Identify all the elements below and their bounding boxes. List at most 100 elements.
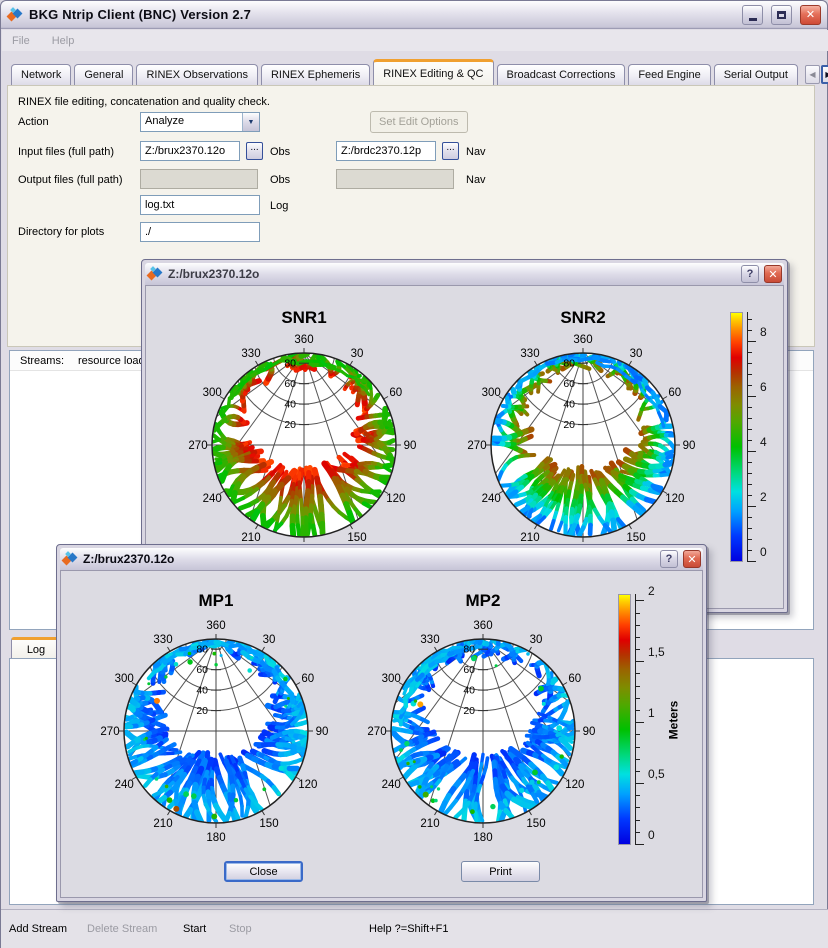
- statusbar: Add Stream Delete Stream Start Stop Help…: [1, 909, 828, 948]
- mp-window-close-button[interactable]: ✕: [683, 550, 701, 568]
- logfile-field[interactable]: [140, 195, 260, 215]
- svg-text:360: 360: [294, 334, 313, 346]
- svg-text:210: 210: [241, 532, 260, 544]
- minimize-icon: [749, 18, 757, 21]
- nav-label: Nav: [466, 146, 486, 158]
- svg-text:180: 180: [473, 832, 492, 844]
- obs-label: Obs: [270, 146, 290, 158]
- action-combobox[interactable]: Analyze ▼: [140, 112, 260, 132]
- svg-text:150: 150: [526, 818, 545, 830]
- svg-text:30: 30: [630, 348, 643, 360]
- browse-obs-button[interactable]: ...: [246, 142, 263, 160]
- tab-feed-engine[interactable]: Feed Engine: [628, 64, 710, 85]
- svg-text:360: 360: [206, 620, 225, 632]
- tab-rinex-editing-qc[interactable]: RINEX Editing & QC: [373, 59, 493, 85]
- svg-text:210: 210: [520, 532, 539, 544]
- set-edit-options-button: Set Edit Options: [370, 111, 468, 133]
- mp-plot-window: Z:/brux2370.12o ? ✕ MP1 2040608036030609…: [56, 544, 707, 902]
- svg-text:330: 330: [420, 634, 439, 646]
- tab-broadcast-corrections[interactable]: Broadcast Corrections: [497, 64, 626, 85]
- maximize-button[interactable]: [771, 5, 792, 25]
- help-button[interactable]: ?: [660, 550, 678, 568]
- delete-stream-button: Delete Stream: [87, 923, 157, 935]
- svg-text:20: 20: [284, 419, 296, 431]
- browse-nav-button[interactable]: ...: [442, 142, 459, 160]
- svg-text:150: 150: [347, 532, 366, 544]
- svg-text:30: 30: [530, 634, 543, 646]
- input-nav-field[interactable]: [336, 141, 436, 161]
- menu-help[interactable]: Help: [52, 35, 75, 47]
- svg-text:360: 360: [473, 620, 492, 632]
- main-titlebar[interactable]: BKG Ntrip Client (BNC) Version 2.7 ✕: [1, 1, 827, 29]
- svg-text:210: 210: [153, 818, 172, 830]
- tab-scroll-buttons: ◀ ▶: [805, 64, 828, 85]
- svg-text:180: 180: [206, 832, 225, 844]
- chevron-down-icon: ▼: [248, 119, 255, 126]
- svg-text:90: 90: [316, 726, 329, 738]
- close-plot-button[interactable]: Close: [224, 861, 303, 882]
- close-icon: ✕: [768, 268, 777, 281]
- print-button[interactable]: Print: [461, 861, 540, 882]
- action-value: Analyze: [141, 113, 242, 131]
- chevron-left-icon: ◀: [809, 70, 815, 79]
- svg-text:150: 150: [259, 818, 278, 830]
- stop-button: Stop: [229, 923, 252, 935]
- svg-text:60: 60: [463, 664, 475, 676]
- svg-text:120: 120: [298, 779, 317, 791]
- menubar: File Help: [2, 30, 828, 51]
- output-nav-field: [336, 169, 454, 189]
- svg-text:270: 270: [100, 726, 119, 738]
- svg-text:90: 90: [683, 440, 696, 452]
- svg-text:80: 80: [563, 358, 575, 370]
- svg-text:20: 20: [196, 705, 208, 717]
- mp-window-titlebar[interactable]: Z:/brux2370.12o ? ✕: [60, 548, 703, 570]
- output-nav-label: Nav: [466, 174, 486, 186]
- tab-scroll-left-button[interactable]: ◀: [805, 65, 820, 84]
- svg-text:20: 20: [563, 419, 575, 431]
- bnc-main-window: BKG Ntrip Client (BNC) Version 2.7 ✕ Fil…: [0, 0, 828, 948]
- input-obs-field[interactable]: [140, 141, 240, 161]
- window-title: BKG Ntrip Client (BNC) Version 2.7: [29, 7, 734, 22]
- svg-text:240: 240: [203, 493, 222, 505]
- svg-text:60: 60: [389, 387, 402, 399]
- snr1-polar-plot: 2040608036030609012015018021024027030033…: [178, 317, 430, 569]
- add-stream-button[interactable]: Add Stream: [9, 923, 67, 935]
- svg-text:210: 210: [420, 818, 439, 830]
- minimize-button[interactable]: [742, 5, 763, 25]
- tab-log[interactable]: Log: [11, 637, 61, 659]
- svg-text:80: 80: [284, 358, 296, 370]
- svg-text:150: 150: [626, 532, 645, 544]
- tab-general[interactable]: General: [74, 64, 133, 85]
- combo-dropdown-button[interactable]: ▼: [242, 113, 259, 131]
- svg-text:80: 80: [196, 644, 208, 656]
- snr-window-titlebar[interactable]: Z:/brux2370.12o ? ✕: [145, 263, 784, 285]
- output-obs-field: [140, 169, 258, 189]
- mp-window-title: Z:/brux2370.12o: [83, 552, 655, 566]
- app-icon: [147, 266, 163, 282]
- menu-file[interactable]: File: [12, 35, 30, 47]
- close-button[interactable]: ✕: [800, 5, 821, 25]
- svg-text:40: 40: [463, 685, 475, 697]
- tab-rinex-ephemeris[interactable]: RINEX Ephemeris: [261, 64, 370, 85]
- close-icon: ✕: [806, 8, 815, 21]
- svg-text:270: 270: [467, 440, 486, 452]
- help-hint: Help ?=Shift+F1: [369, 923, 449, 935]
- svg-text:40: 40: [284, 399, 296, 411]
- start-button[interactable]: Start: [183, 923, 206, 935]
- svg-text:330: 330: [520, 348, 539, 360]
- plots-dir-field[interactable]: [140, 222, 260, 242]
- help-button[interactable]: ?: [741, 265, 759, 283]
- svg-text:120: 120: [665, 493, 684, 505]
- tab-network[interactable]: Network: [11, 64, 71, 85]
- svg-text:300: 300: [115, 673, 134, 685]
- snr-window-close-button[interactable]: ✕: [764, 265, 782, 283]
- tab-scroll-right-button[interactable]: ▶: [821, 65, 828, 84]
- tab-rinex-observations[interactable]: RINEX Observations: [136, 64, 257, 85]
- output-files-label: Output files (full path): [18, 174, 123, 186]
- mp1-polar-plot: 2040608036030609012015018021024027030033…: [90, 603, 342, 855]
- svg-text:60: 60: [668, 387, 681, 399]
- svg-text:120: 120: [565, 779, 584, 791]
- svg-text:40: 40: [196, 685, 208, 697]
- tab-serial-output[interactable]: Serial Output: [714, 64, 798, 85]
- mp-plot-area: MP1 204060803603060901201501802102402703…: [60, 570, 703, 898]
